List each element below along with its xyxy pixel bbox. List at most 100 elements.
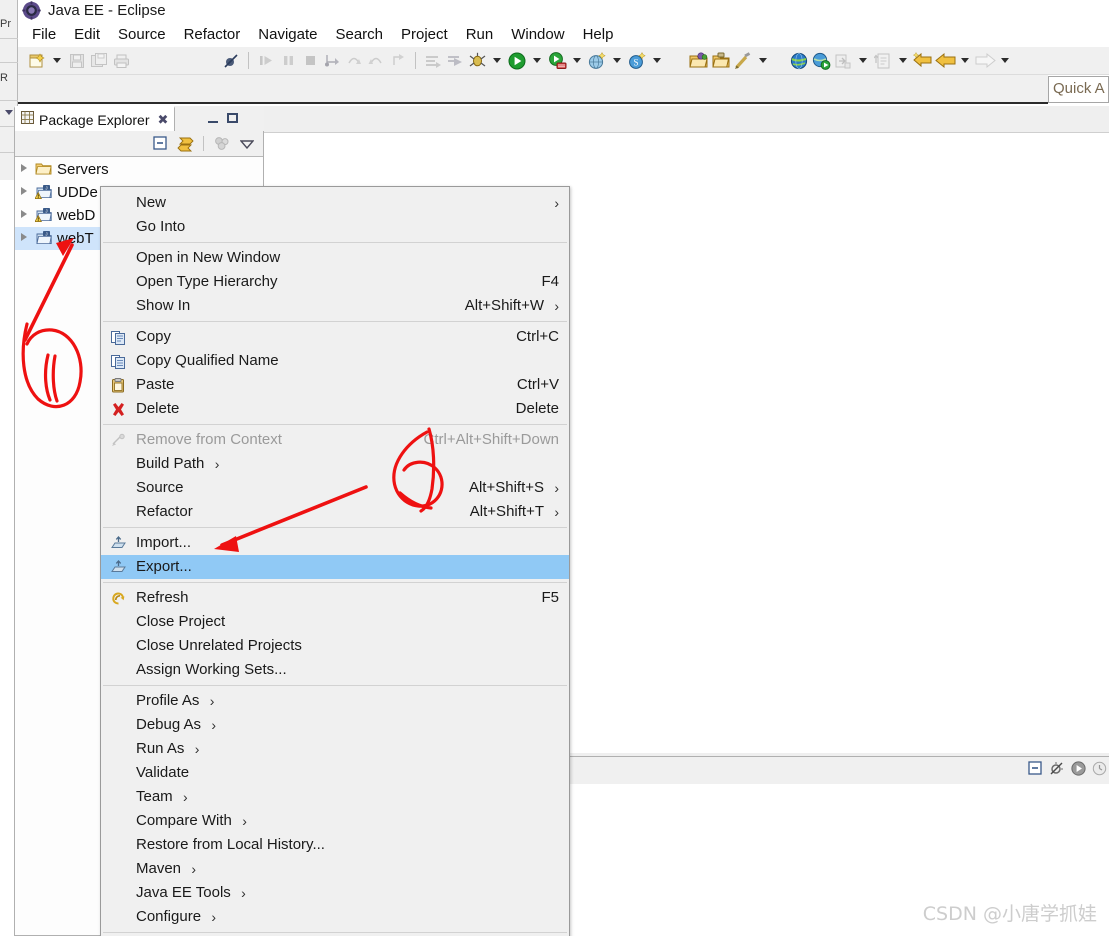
menu-item-label: Profile As: [136, 692, 200, 709]
menu-item-restore-from-local-history[interactable]: Restore from Local History...: [101, 833, 569, 857]
debug-icon[interactable]: [466, 49, 488, 73]
menu-item-label: Remove from Context: [136, 431, 282, 448]
open-folder-icon[interactable]: [688, 49, 710, 73]
link-with-editor-icon[interactable]: [175, 134, 195, 154]
back-annotated-icon[interactable]: [912, 49, 934, 73]
debug-dropdown-caret[interactable]: [493, 58, 501, 63]
open-task-icon[interactable]: [710, 49, 732, 73]
menu-item-run-as[interactable]: Run As ›: [101, 737, 569, 761]
menu-item-label: Paste: [136, 376, 175, 393]
menu-item-configure[interactable]: Configure ›: [101, 905, 569, 929]
menu-file[interactable]: File: [23, 24, 65, 46]
forward-icon: [974, 49, 996, 73]
clock-icon[interactable]: [1092, 761, 1107, 781]
new-document-dropdown-caret[interactable]: [899, 58, 907, 63]
menu-navigate[interactable]: Navigate: [249, 24, 326, 46]
menu-item-refresh[interactable]: Refresh F5: [101, 586, 569, 610]
menu-run[interactable]: Run: [457, 24, 503, 46]
menu-item-label: Copy Qualified Name: [136, 352, 279, 369]
menu-item-refactor[interactable]: Refactor Alt+Shift+T ›: [101, 500, 569, 524]
menu-window[interactable]: Window: [502, 24, 573, 46]
collapse-all-icon[interactable]: [150, 134, 170, 154]
menu-item-show-in[interactable]: Show In Alt+Shift+W ›: [101, 294, 569, 318]
menu-item-export[interactable]: Export...: [101, 555, 569, 579]
menu-project[interactable]: Project: [392, 24, 457, 46]
menu-item-copy[interactable]: Copy Ctrl+C: [101, 325, 569, 349]
menu-item-debug-as[interactable]: Debug As ›: [101, 713, 569, 737]
menu-source[interactable]: Source: [109, 24, 175, 46]
globe-icon[interactable]: [788, 49, 810, 73]
view-menu-icon[interactable]: [212, 134, 232, 154]
minimize-button[interactable]: [208, 114, 218, 123]
skip-all-breakpoints-icon[interactable]: [220, 49, 242, 73]
maximize-button[interactable]: [227, 113, 238, 123]
menu-refactor[interactable]: Refactor: [175, 24, 250, 46]
run-icon[interactable]: [506, 49, 528, 73]
search-pen-dropdown-caret[interactable]: [759, 58, 767, 63]
menu-item-label: Show In: [136, 297, 191, 314]
menu-help[interactable]: Help: [574, 24, 623, 46]
menu-item-paste[interactable]: Paste Ctrl+V: [101, 373, 569, 397]
menu-item-team[interactable]: Team ›: [101, 785, 569, 809]
menu-item-label: Run As: [136, 740, 185, 757]
menu-edit[interactable]: Edit: [65, 24, 109, 46]
chevron-right-icon: ›: [554, 298, 559, 314]
forward-dropdown-caret[interactable]: [1001, 58, 1009, 63]
expand-arrow-icon[interactable]: [21, 210, 27, 218]
menu-item-java-ee-tools[interactable]: Java EE Tools ›: [101, 881, 569, 905]
back-dropdown-caret[interactable]: [961, 58, 969, 63]
external-tools-dropdown-caret[interactable]: [859, 58, 867, 63]
menu-item-import[interactable]: Import...: [101, 531, 569, 555]
expand-arrow-icon[interactable]: [21, 233, 27, 241]
new-web-dropdown-caret[interactable]: [613, 58, 621, 63]
goto-line-icon: [422, 49, 444, 73]
menu-item-copy-qualified-name[interactable]: Copy Qualified Name: [101, 349, 569, 373]
chevron-right-icon: ›: [194, 741, 200, 757]
menu-item-go-into[interactable]: Go Into: [101, 215, 569, 239]
search-pen-icon[interactable]: [732, 49, 754, 73]
menu-item-delete[interactable]: Delete Delete: [101, 397, 569, 421]
menu-item-new[interactable]: New ›: [101, 191, 569, 215]
new-wizard-dropdown-caret[interactable]: [53, 58, 61, 63]
menu-item-compare-with[interactable]: Compare With ›: [101, 809, 569, 833]
import-icon: [110, 535, 127, 551]
menu-item-close-unrelated-projects[interactable]: Close Unrelated Projects: [101, 634, 569, 658]
run-dropdown-caret[interactable]: [533, 58, 541, 63]
terminate-icon: [299, 49, 321, 73]
close-icon[interactable]: ✖: [158, 113, 169, 126]
menu-item-close-project[interactable]: Close Project: [101, 610, 569, 634]
new-web-project-icon[interactable]: [586, 49, 608, 73]
new-wizard-icon[interactable]: [26, 49, 48, 73]
menu-item-open-type-hierarchy[interactable]: Open Type Hierarchy F4: [101, 270, 569, 294]
chevron-down-icon[interactable]: [5, 110, 13, 115]
terminate-all-icon[interactable]: [1049, 761, 1065, 781]
menu-item-label: Import...: [136, 534, 192, 551]
expand-arrow-icon[interactable]: [21, 164, 27, 172]
menu-item-maven[interactable]: Maven ›: [101, 857, 569, 881]
quick-access-input[interactable]: Quick A: [1048, 76, 1109, 103]
resume-icon[interactable]: [1071, 760, 1086, 781]
menu-item-profile-as[interactable]: Profile As ›: [101, 689, 569, 713]
new-scm-icon[interactable]: S: [626, 49, 648, 73]
minimize-icon[interactable]: [1028, 760, 1043, 781]
minimized-view-label-1[interactable]: Pr: [0, 18, 18, 30]
menu-item-label: Build Path: [136, 455, 205, 472]
menu-item-open-in-new-window[interactable]: Open in New Window: [101, 246, 569, 270]
back-icon[interactable]: [934, 49, 956, 73]
menu-item-assign-working-sets[interactable]: Assign Working Sets...: [101, 658, 569, 682]
menu-item-validate[interactable]: Validate: [101, 761, 569, 785]
tab-package-explorer[interactable]: Package Explorer ✖: [14, 106, 176, 131]
tree-item-servers[interactable]: Servers: [15, 158, 263, 181]
run-on-server-dropdown-caret[interactable]: [573, 58, 581, 63]
menu-item-label: Restore from Local History...: [136, 836, 325, 853]
deploy-icon[interactable]: [810, 49, 832, 73]
menu-item-source[interactable]: Source Alt+Shift+S ›: [101, 476, 569, 500]
menu-search[interactable]: Search: [326, 24, 392, 46]
view-dropdown-icon[interactable]: [237, 134, 257, 154]
menu-item-build-path[interactable]: Build Path ›: [101, 452, 569, 476]
run-on-server-icon[interactable]: [546, 49, 568, 73]
new-scm-dropdown-caret[interactable]: [653, 58, 661, 63]
minimized-view-label-2[interactable]: R: [0, 72, 18, 84]
suspend-icon: [277, 49, 299, 73]
expand-arrow-icon[interactable]: [21, 187, 27, 195]
